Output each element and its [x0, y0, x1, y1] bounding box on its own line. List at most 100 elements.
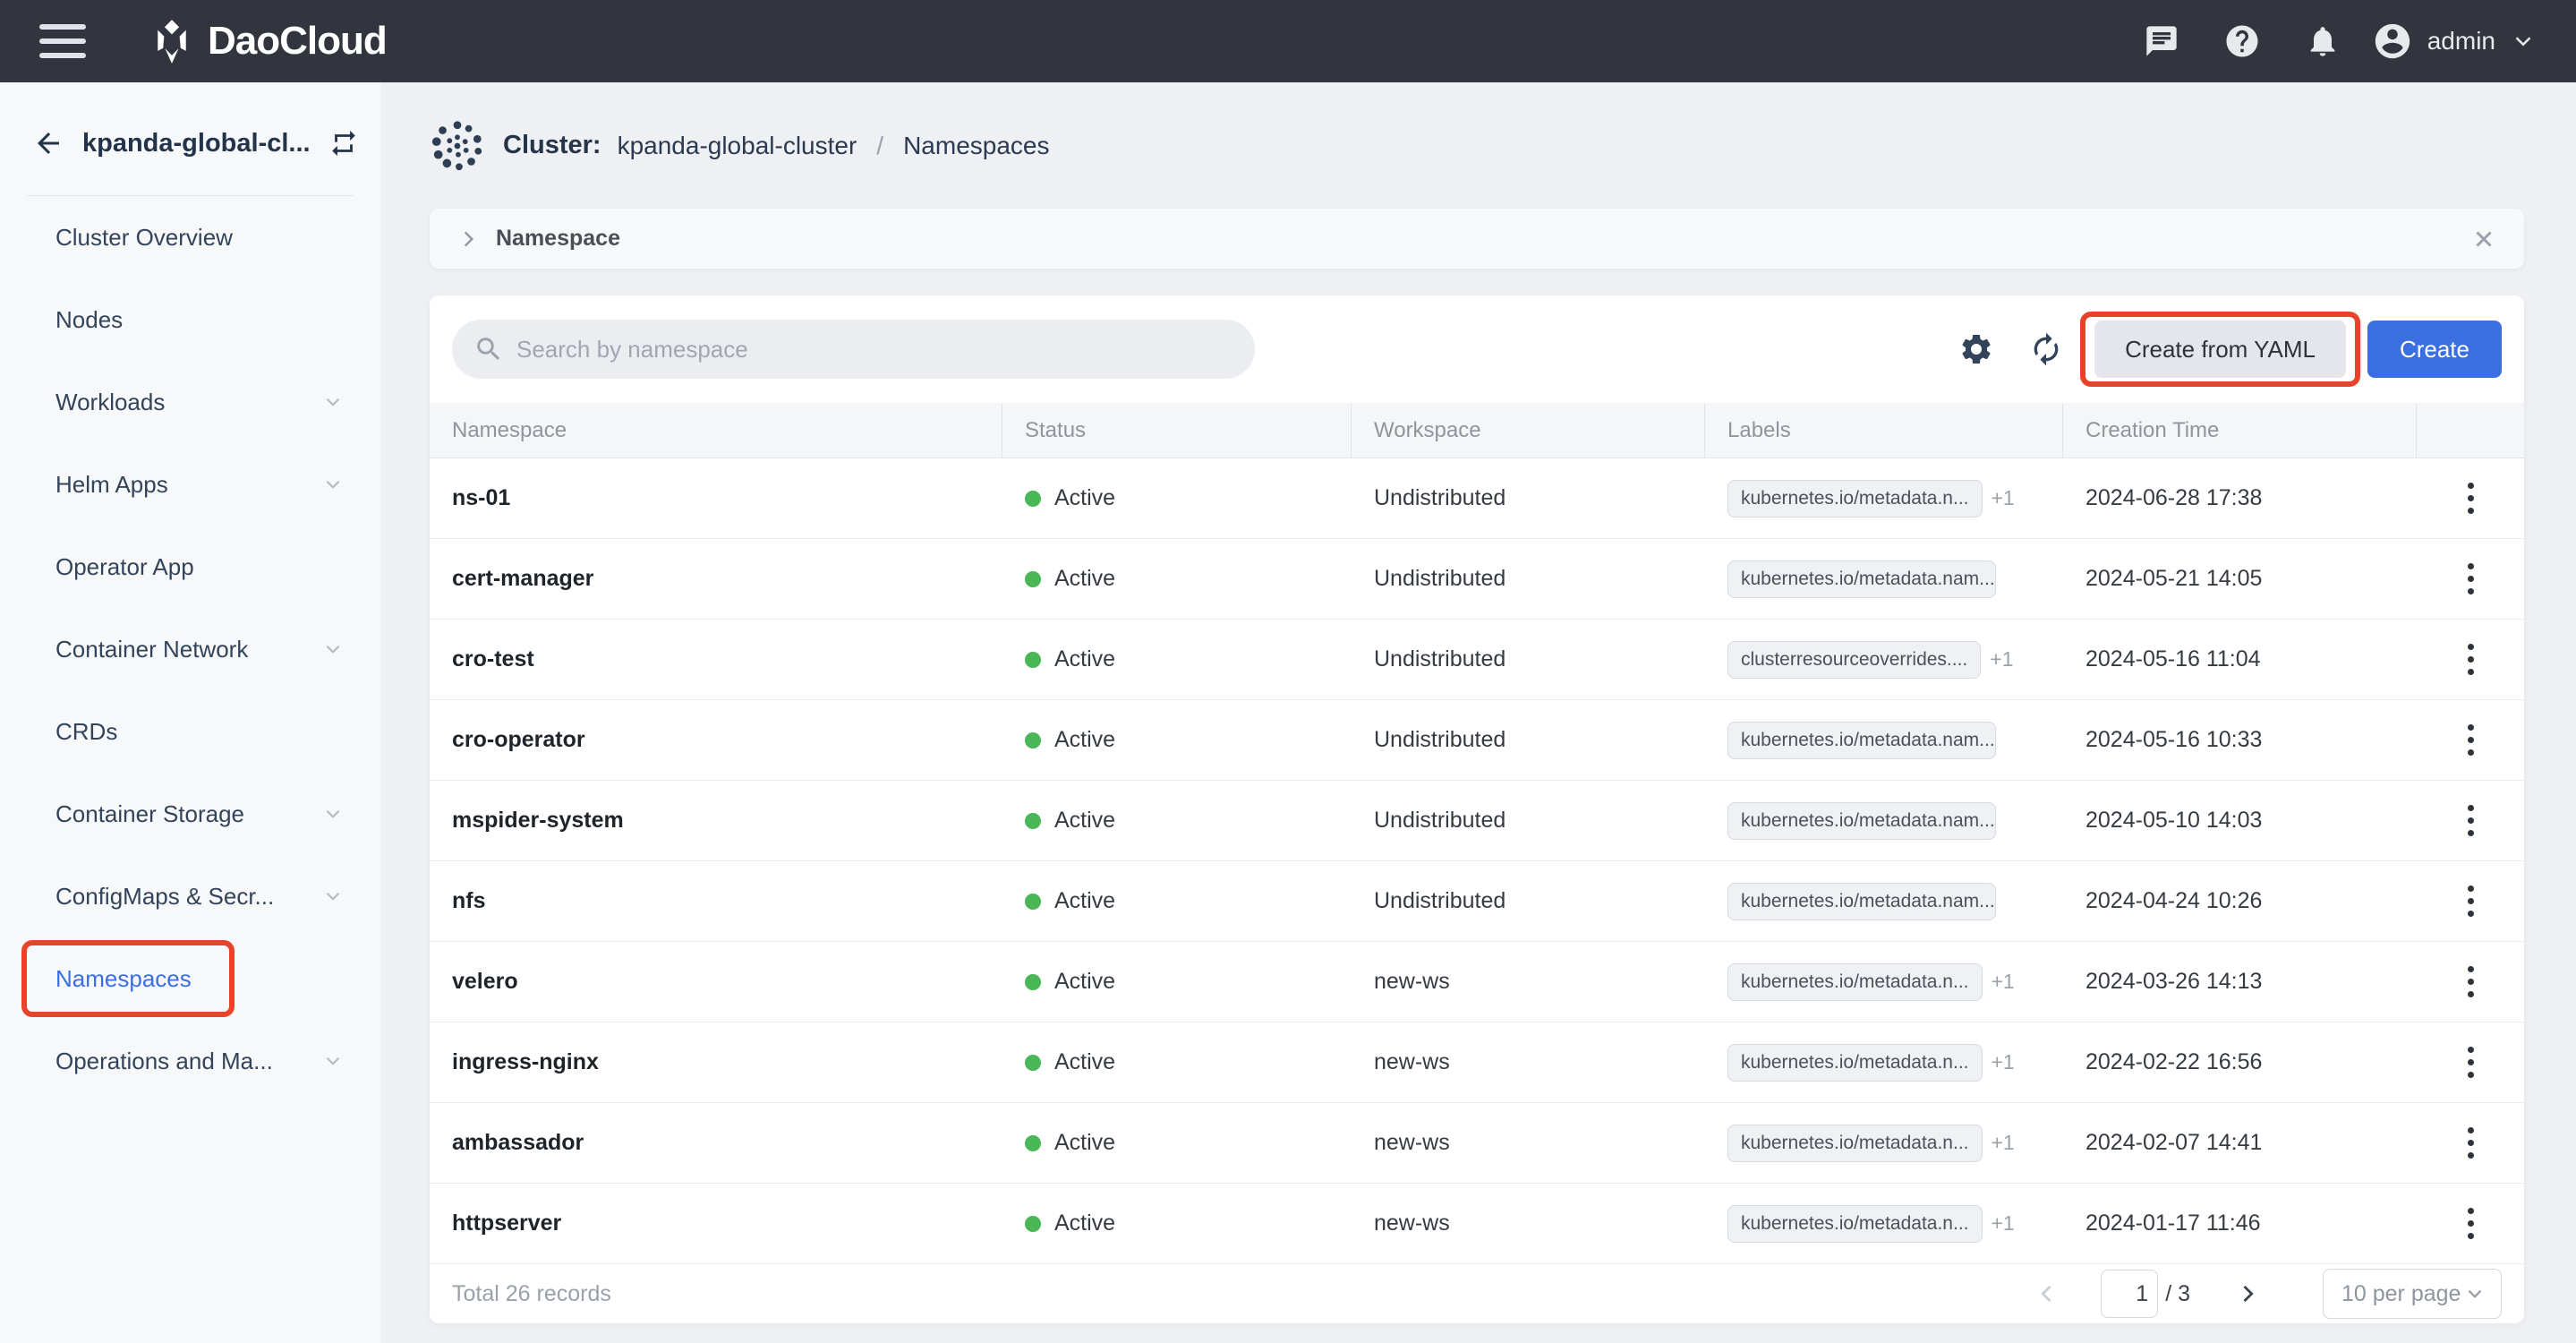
namespace-name[interactable]: cro-test	[430, 620, 1002, 699]
label-extra-count: +1	[1992, 1050, 2015, 1074]
close-icon[interactable]	[2470, 226, 2497, 252]
sidebar: kpanda-global-cl... Cluster Overview Nod…	[0, 82, 380, 1343]
sidebar-item[interactable]: Container Network	[0, 608, 380, 690]
kebab-menu-icon[interactable]	[2461, 475, 2481, 521]
page-number-input[interactable]	[2101, 1270, 2158, 1318]
create-from-yaml-button[interactable]: Create from YAML	[2094, 321, 2346, 378]
namespace-name[interactable]: ambassador	[430, 1103, 1002, 1183]
status-cell: Active	[1002, 1103, 1352, 1183]
labels-cell: kubernetes.io/metadata.n... +1	[1705, 1103, 2063, 1183]
chevron-right-icon[interactable]	[456, 227, 480, 251]
page-size-select[interactable]: 10 per page	[2323, 1269, 2502, 1319]
status-dot	[1025, 652, 1041, 668]
total-records: Total 26 records	[452, 1281, 611, 1307]
search-input[interactable]	[516, 336, 1233, 364]
kebab-menu-icon[interactable]	[2461, 878, 2481, 924]
table-body: ns-01 Active Undistributed kubernetes.io…	[430, 458, 2524, 1264]
username: admin	[2427, 27, 2495, 56]
table-row[interactable]: nfs Active Undistributed kubernetes.io/m…	[430, 861, 2524, 942]
sidebar-item[interactable]: Namespaces	[0, 937, 380, 1020]
namespace-name[interactable]: velero	[430, 942, 1002, 1022]
status-text: Active	[1054, 646, 1115, 672]
status-cell: Active	[1002, 1184, 1352, 1263]
workspace-cell: new-ws	[1352, 1184, 1705, 1263]
table-row[interactable]: httpserver Active new-ws kubernetes.io/m…	[430, 1184, 2524, 1264]
previous-page-icon[interactable]	[2029, 1276, 2065, 1312]
table-row[interactable]: cro-operator Active Undistributed kubern…	[430, 700, 2524, 781]
status-cell: Active	[1002, 1022, 1352, 1102]
main-content: Cluster: kpanda-global-cluster / Namespa…	[380, 82, 2576, 1343]
kebab-menu-icon[interactable]	[2461, 1120, 2481, 1166]
help-icon[interactable]	[2216, 15, 2268, 67]
breadcrumb-cluster-link[interactable]: kpanda-global-cluster	[618, 132, 857, 160]
workspace-cell: Undistributed	[1352, 781, 1705, 860]
namespace-name[interactable]: mspider-system	[430, 781, 1002, 860]
kebab-menu-icon[interactable]	[2461, 717, 2481, 763]
namespace-collapse-panel[interactable]: Namespace	[430, 209, 2524, 269]
table-row[interactable]: cro-test Active Undistributed clusterres…	[430, 620, 2524, 700]
actions-cell	[2417, 620, 2524, 699]
column-header-namespace: Namespace	[430, 403, 1002, 458]
labels-cell: kubernetes.io/metadata.nam...	[1705, 539, 2063, 619]
search-box[interactable]	[452, 320, 1255, 379]
table-row[interactable]: ingress-nginx Active new-ws kubernetes.i…	[430, 1022, 2524, 1103]
back-arrow-icon[interactable]	[32, 125, 64, 161]
namespace-name[interactable]: ingress-nginx	[430, 1022, 1002, 1102]
label-extra-count: +1	[1992, 970, 2015, 994]
user-menu[interactable]: admin	[2372, 21, 2537, 62]
column-settings-gear-icon[interactable]	[1955, 328, 1998, 371]
table-footer: Total 26 records / 3 10 per page	[430, 1264, 2524, 1323]
namespace-name[interactable]: cert-manager	[430, 539, 1002, 619]
table-row[interactable]: ambassador Active new-ws kubernetes.io/m…	[430, 1103, 2524, 1184]
status-text: Active	[1054, 1210, 1115, 1236]
sidebar-item[interactable]: Nodes	[0, 278, 380, 361]
chevron-down-icon	[321, 885, 345, 908]
kebab-menu-icon[interactable]	[2461, 1039, 2481, 1085]
sidebar-item-label: Nodes	[55, 306, 123, 334]
kebab-menu-icon[interactable]	[2461, 1201, 2481, 1246]
namespace-name[interactable]: nfs	[430, 861, 1002, 941]
chevron-down-icon	[321, 802, 345, 825]
kebab-menu-icon[interactable]	[2461, 959, 2481, 1005]
workspace-cell: new-ws	[1352, 1022, 1705, 1102]
status-text: Active	[1054, 808, 1115, 834]
create-button[interactable]: Create	[2367, 321, 2502, 378]
feedback-chat-icon[interactable]	[2136, 15, 2188, 67]
next-page-icon[interactable]	[2230, 1276, 2265, 1312]
pagination: / 3 10 per page	[2029, 1269, 2502, 1319]
status-dot	[1025, 491, 1041, 507]
labels-cell: kubernetes.io/metadata.n... +1	[1705, 1184, 2063, 1263]
notifications-bell-icon[interactable]	[2297, 15, 2349, 67]
namespace-name[interactable]: httpserver	[430, 1184, 1002, 1263]
actions-cell	[2417, 1022, 2524, 1102]
sidebar-item[interactable]: ConfigMaps & Secr...	[0, 855, 380, 937]
sidebar-item[interactable]: Container Storage	[0, 773, 380, 855]
status-dot	[1025, 894, 1041, 910]
menu-toggle-icon[interactable]	[39, 21, 90, 61]
sidebar-item[interactable]: Operator App	[0, 526, 380, 608]
namespace-name[interactable]: ns-01	[430, 458, 1002, 538]
namespaces-card: Create from YAML Create Namespace Status…	[430, 295, 2524, 1323]
sidebar-item[interactable]: Operations and Ma...	[0, 1020, 380, 1102]
refresh-icon[interactable]	[2025, 328, 2068, 371]
brand-logo[interactable]: DaoCloud	[149, 18, 387, 64]
kebab-menu-icon[interactable]	[2461, 798, 2481, 843]
kebab-menu-icon[interactable]	[2461, 556, 2481, 602]
actions-cell	[2417, 781, 2524, 860]
switch-cluster-icon[interactable]	[328, 125, 359, 161]
table-row[interactable]: mspider-system Active Undistributed kube…	[430, 781, 2524, 861]
labels-cell: kubernetes.io/metadata.n... +1	[1705, 1022, 2063, 1102]
kebab-menu-icon[interactable]	[2461, 637, 2481, 682]
sidebar-item[interactable]: Cluster Overview	[0, 196, 380, 278]
namespace-name[interactable]: cro-operator	[430, 700, 1002, 780]
sidebar-item[interactable]: Workloads	[0, 361, 380, 443]
creation-time-cell: 2024-02-22 16:56	[2063, 1022, 2417, 1102]
sidebar-item[interactable]: Helm Apps	[0, 443, 380, 526]
table-row[interactable]: ns-01 Active Undistributed kubernetes.io…	[430, 458, 2524, 539]
sidebar-item[interactable]: CRDs	[0, 690, 380, 773]
creation-time-cell: 2024-05-10 14:03	[2063, 781, 2417, 860]
table-row[interactable]: velero Active new-ws kubernetes.io/metad…	[430, 942, 2524, 1022]
label-extra-count: +1	[1992, 486, 2015, 510]
sidebar-item-label: Container Storage	[55, 800, 244, 828]
table-row[interactable]: cert-manager Active Undistributed kubern…	[430, 539, 2524, 620]
